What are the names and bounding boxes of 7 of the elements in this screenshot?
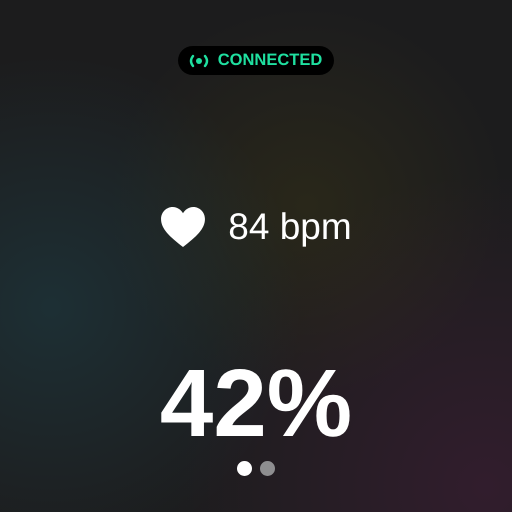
page-dot[interactable] — [237, 461, 252, 476]
page-dot[interactable] — [260, 461, 275, 476]
battery-percentage: 42% — [160, 356, 352, 452]
heart-icon — [160, 206, 206, 248]
broadcast-icon — [188, 54, 210, 68]
status-label: CONNECTED — [218, 51, 322, 70]
heart-rate-reading: 84 bpm — [228, 206, 352, 248]
